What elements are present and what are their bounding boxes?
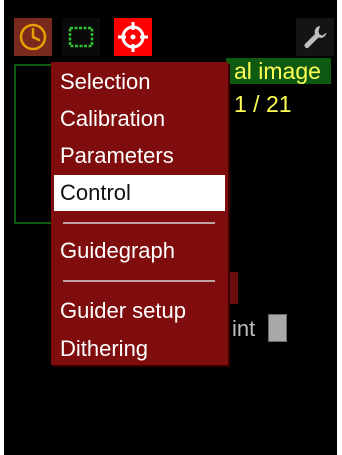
menu-item-guidegraph[interactable]: Guidegraph [54,233,225,269]
menu-item-dithering[interactable]: Dithering [54,331,225,367]
menu-item-guider-setup[interactable]: Guider setup [54,293,225,329]
clock-icon [19,23,47,51]
settings-button[interactable] [296,18,334,56]
frame-button[interactable] [62,18,100,56]
background-element [230,272,238,304]
menu-item-control[interactable]: Control [54,175,225,211]
image-label: al image [226,58,331,84]
crosshair-icon [118,22,148,52]
menu-item-parameters[interactable]: Parameters [54,138,225,174]
frame-icon [68,26,94,48]
guide-target-button[interactable] [114,18,152,56]
wrench-icon [304,26,327,48]
menu-separator [63,222,215,224]
image-panel-border [14,64,54,224]
menu-separator [63,280,215,282]
int-label: int [232,316,256,341]
guide-menu: Selection Calibration Parameters Control… [51,62,228,365]
int-checkbox[interactable] [268,314,287,342]
menu-item-selection[interactable]: Selection [54,64,225,100]
app-screen: al image 1 / 21 int Selection Calibratio… [4,0,337,455]
image-counter: 1 / 21 [234,91,292,117]
menu-item-calibration[interactable]: Calibration [54,101,225,137]
clock-button[interactable] [14,18,52,56]
